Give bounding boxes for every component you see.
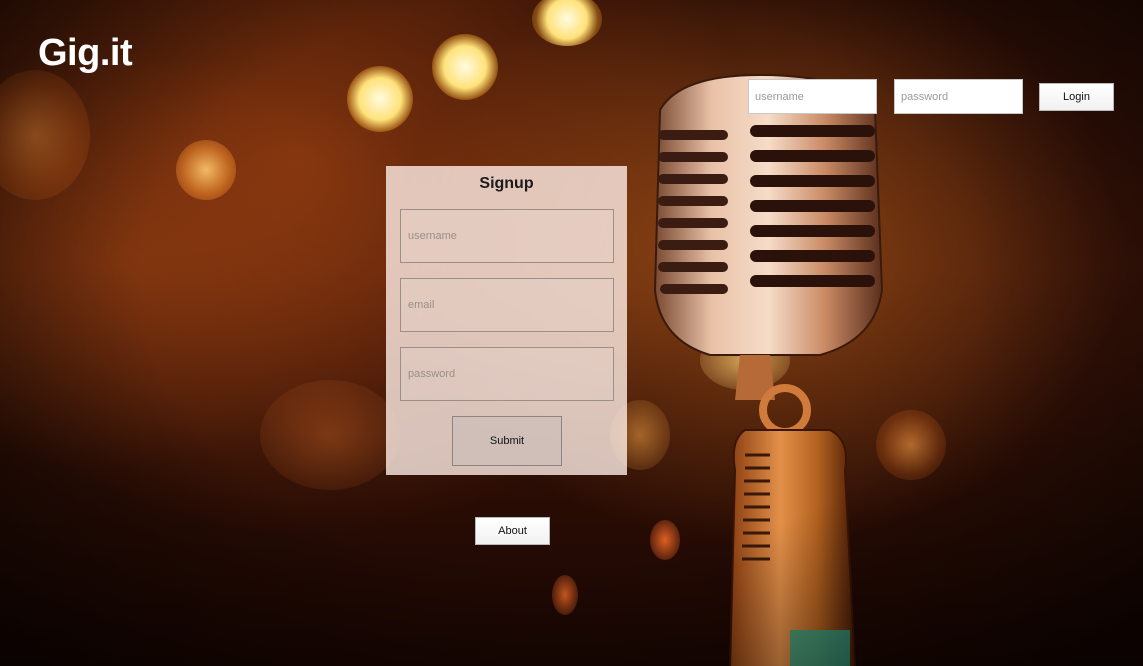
login-username-input[interactable] — [748, 79, 877, 114]
logo[interactable]: Gig.it — [38, 32, 133, 75]
login-button[interactable]: Login — [1039, 83, 1114, 111]
background-stage: Gig.it Login Signup Submit About — [0, 0, 1143, 666]
bokeh-light — [552, 575, 578, 615]
signup-password-input[interactable] — [400, 347, 614, 401]
signup-panel: Signup Submit — [386, 166, 627, 475]
signup-email-input[interactable] — [400, 278, 614, 332]
bokeh-light — [176, 140, 236, 200]
bokeh-light — [347, 66, 413, 132]
microphone-image — [653, 73, 884, 666]
signup-title: Signup — [479, 175, 534, 192]
login-password-input[interactable] — [894, 79, 1023, 114]
bokeh-light — [0, 70, 90, 200]
bokeh-light — [532, 0, 602, 46]
signup-username-input[interactable] — [400, 209, 614, 263]
about-button[interactable]: About — [475, 517, 550, 545]
submit-button[interactable]: Submit — [452, 416, 562, 466]
bokeh-light — [432, 34, 498, 100]
bokeh-light — [260, 380, 400, 490]
